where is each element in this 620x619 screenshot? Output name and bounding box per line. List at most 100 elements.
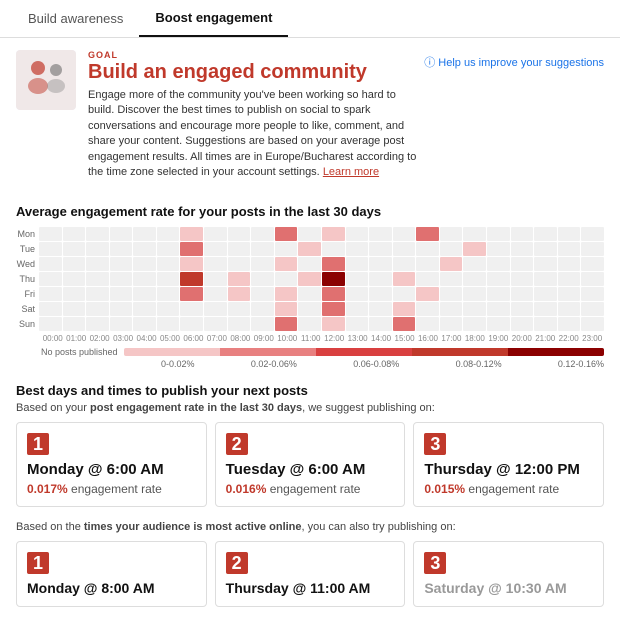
- time-label: 18:00: [463, 334, 486, 343]
- suggestion-card-3: 3 Thursday @ 12:00 PM 0.015% engagement …: [413, 422, 604, 507]
- heatmap-cell: [180, 257, 203, 271]
- heatmap-cell: [63, 287, 86, 301]
- heatmap-cell: [275, 287, 298, 301]
- heatmap-cell: [558, 242, 581, 256]
- goal-label: GOAL: [88, 50, 424, 60]
- day-label-tue: Tue: [16, 244, 38, 254]
- heatmap-cell: [180, 242, 203, 256]
- time-label: 06:00: [182, 334, 205, 343]
- time-label: 00:00: [41, 334, 64, 343]
- heatmap-cell: [39, 317, 62, 331]
- time-label: 05:00: [158, 334, 181, 343]
- heatmap-cell: [63, 272, 86, 286]
- time-label: 21:00: [534, 334, 557, 343]
- heatmap-cell: [369, 317, 392, 331]
- heatmap-cell: [393, 242, 416, 256]
- heatmap-cell: [228, 242, 251, 256]
- heatmap-cell: [393, 287, 416, 301]
- heatmap-cell: [393, 302, 416, 316]
- heatmap-cell: [204, 272, 227, 286]
- day-label-sat: Sat: [16, 304, 38, 314]
- time-label: 20:00: [510, 334, 533, 343]
- time-label: 12:00: [322, 334, 345, 343]
- heatmap-cell: [251, 302, 274, 316]
- heatmap-cell: [322, 272, 345, 286]
- heatmap-cell: [511, 227, 534, 241]
- tab-build-awareness[interactable]: Build awareness: [12, 1, 139, 36]
- heatmap-cell: [110, 302, 133, 316]
- heatmap-cell: [534, 257, 557, 271]
- heatmap-cell: [86, 302, 109, 316]
- time-label: 13:00: [346, 334, 369, 343]
- heatmap-cell: [346, 272, 369, 286]
- heatmap-cell: [251, 272, 274, 286]
- heatmap-cell: [298, 272, 321, 286]
- heatmap-cell: [511, 272, 534, 286]
- best-days-section: Best days and times to publish your next…: [16, 383, 604, 507]
- heatmap-cell: [487, 257, 510, 271]
- heatmap-row-fri: Fri: [16, 287, 604, 301]
- heatmap-cell: [133, 287, 156, 301]
- heatmap-cell: [346, 302, 369, 316]
- aud-num-2: 2: [226, 552, 248, 574]
- main-content: GOAL Build an engaged community Engage m…: [0, 38, 620, 619]
- heatmap-cell: [157, 242, 180, 256]
- heatmap-cell: [369, 287, 392, 301]
- heatmap-cell: [133, 302, 156, 316]
- heatmap-cell: [39, 302, 62, 316]
- heatmap-cell: [86, 287, 109, 301]
- aud-num-1: 1: [27, 552, 49, 574]
- heatmap-cell: [416, 242, 439, 256]
- heatmap-cell: [157, 302, 180, 316]
- heatmap-cell: [204, 302, 227, 316]
- heatmap-cell: [393, 317, 416, 331]
- heatmap-cell: [133, 257, 156, 271]
- heatmap-cell: [298, 302, 321, 316]
- heatmap-cell: [558, 227, 581, 241]
- tab-boost-engagement[interactable]: Boost engagement: [139, 0, 288, 37]
- aud-time-3: Saturday @ 10:30 AM: [424, 580, 593, 596]
- heatmap-cell: [110, 227, 133, 241]
- heatmap-cell: [581, 227, 604, 241]
- heatmap-cell: [369, 257, 392, 271]
- heatmap-cell: [157, 272, 180, 286]
- heatmap-cell: [298, 257, 321, 271]
- help-improve-link[interactable]: ⓘ Help us improve your suggestions: [424, 50, 604, 70]
- legend-range-5: 0.12-0.16%: [558, 359, 604, 369]
- legend-range-3: 0.06-0.08%: [353, 359, 399, 369]
- heatmap-cell: [346, 257, 369, 271]
- heatmap-cell: [110, 317, 133, 331]
- heatmap-cell: [204, 317, 227, 331]
- time-label: 14:00: [369, 334, 392, 343]
- top-row: GOAL Build an engaged community Engage m…: [16, 50, 604, 194]
- suggestion-card-2: 2 Tuesday @ 6:00 AM 0.016% engagement ra…: [215, 422, 406, 507]
- heatmap-cell: [86, 227, 109, 241]
- heatmap-cell: [487, 272, 510, 286]
- heatmap-row-sat: Sat: [16, 302, 604, 316]
- suggestion-cards: 1 Monday @ 6:00 AM 0.017% engagement rat…: [16, 422, 604, 507]
- heatmap-cell: [251, 227, 274, 241]
- heatmap-cell: [228, 272, 251, 286]
- tab-bar: Build awareness Boost engagement: [0, 0, 620, 38]
- card-num-2: 2: [226, 433, 248, 455]
- heatmap-cell: [63, 227, 86, 241]
- heatmap-cell: [416, 317, 439, 331]
- heatmap-cell: [322, 302, 345, 316]
- time-label: 23:00: [580, 334, 603, 343]
- heatmap-cell: [39, 257, 62, 271]
- heatmap-cell: [416, 257, 439, 271]
- audience-card-1: 1 Monday @ 8:00 AM: [16, 541, 207, 607]
- legend-range-4: 0.08-0.12%: [456, 359, 502, 369]
- heatmap-cell: [86, 317, 109, 331]
- time-label: 17:00: [440, 334, 463, 343]
- heatmap-cell: [275, 317, 298, 331]
- learn-more-link[interactable]: Learn more: [323, 166, 379, 178]
- heatmap-cell: [228, 287, 251, 301]
- time-label: 02:00: [88, 334, 111, 343]
- heatmap-cell: [228, 227, 251, 241]
- heatmap-cell: [180, 302, 203, 316]
- goal-description: Engage more of the community you've been…: [88, 88, 424, 180]
- heatmap-cell: [440, 242, 463, 256]
- audience-card-3: 3 Saturday @ 10:30 AM: [413, 541, 604, 607]
- heatmap-cell: [369, 302, 392, 316]
